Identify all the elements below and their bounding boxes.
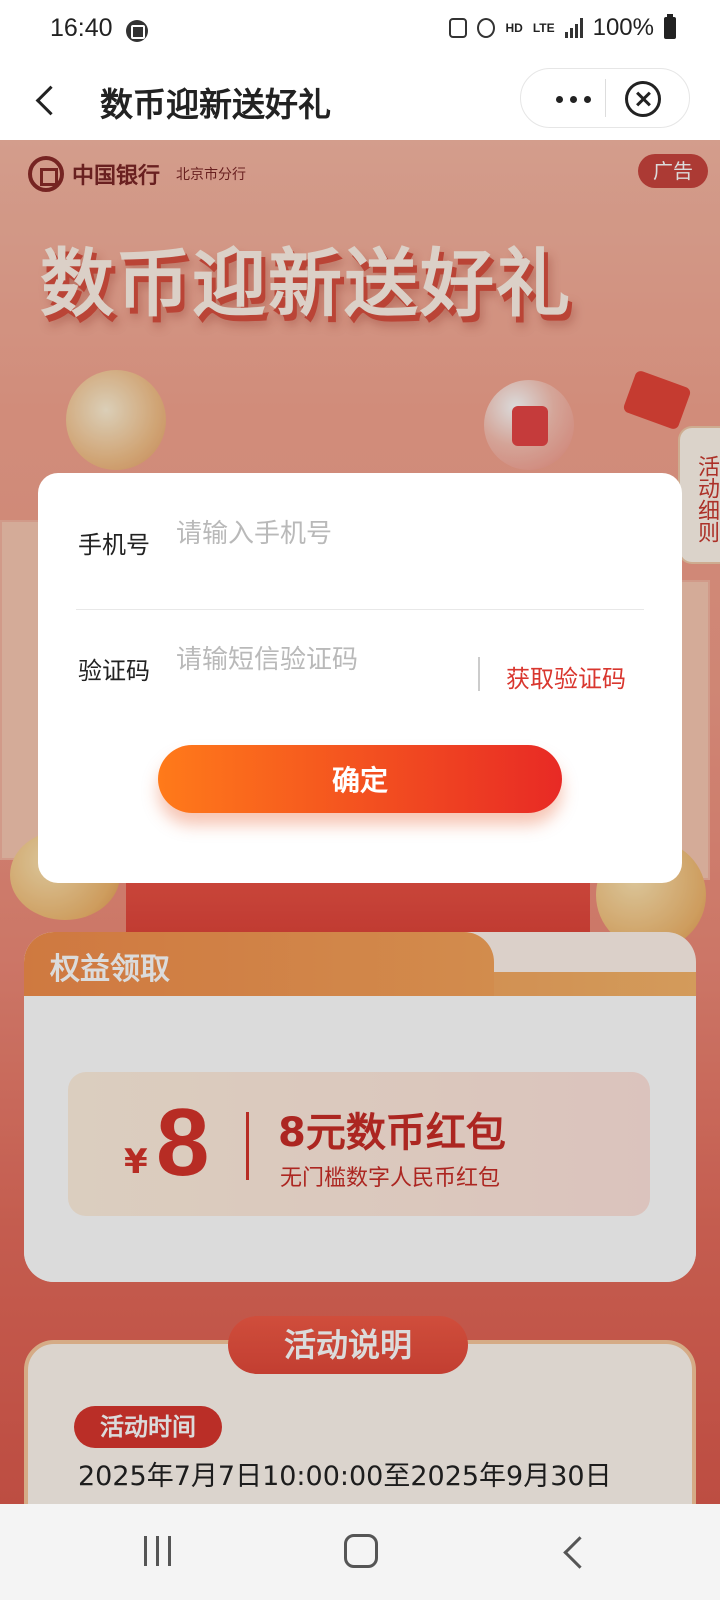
phone-label: 手机号 xyxy=(78,531,150,559)
confirm-button[interactable]: 确定 xyxy=(158,745,562,813)
battery-icon xyxy=(664,14,676,39)
capsule-divider xyxy=(605,79,606,117)
lock-icon xyxy=(449,18,468,38)
signal-icon xyxy=(564,18,583,38)
code-input[interactable] xyxy=(176,645,466,675)
code-divider xyxy=(478,657,480,691)
mini-program-capsule xyxy=(520,68,690,128)
back-icon[interactable] xyxy=(26,76,74,124)
home-icon[interactable] xyxy=(344,1534,378,1568)
phone-input[interactable] xyxy=(176,519,466,549)
system-back-icon[interactable] xyxy=(560,1534,594,1568)
battery-percentage: 100% xyxy=(592,14,654,41)
status-icons: HD LTE 100% xyxy=(449,14,676,42)
network-type: LTE xyxy=(532,21,555,35)
field-divider xyxy=(76,609,644,610)
recent-apps-icon[interactable] xyxy=(144,1536,171,1566)
nav-bar: 数币迎新送好礼 xyxy=(0,62,720,140)
verification-dialog: 手机号 验证码 获取验证码 确定 xyxy=(38,473,682,883)
alarm-icon xyxy=(477,18,496,38)
status-time: 16:40 xyxy=(50,14,113,42)
get-code-button[interactable]: 获取验证码 xyxy=(506,659,626,694)
close-icon[interactable] xyxy=(625,81,661,117)
status-bar: 16:40 HD LTE 100% xyxy=(0,0,720,62)
hd-indicator: HD xyxy=(505,21,523,35)
page-title: 数币迎新送好礼 xyxy=(100,85,331,124)
screen-recording-icon xyxy=(126,20,148,42)
system-nav-bar xyxy=(0,1504,720,1600)
code-label: 验证码 xyxy=(78,657,150,685)
more-icon[interactable] xyxy=(541,79,605,119)
